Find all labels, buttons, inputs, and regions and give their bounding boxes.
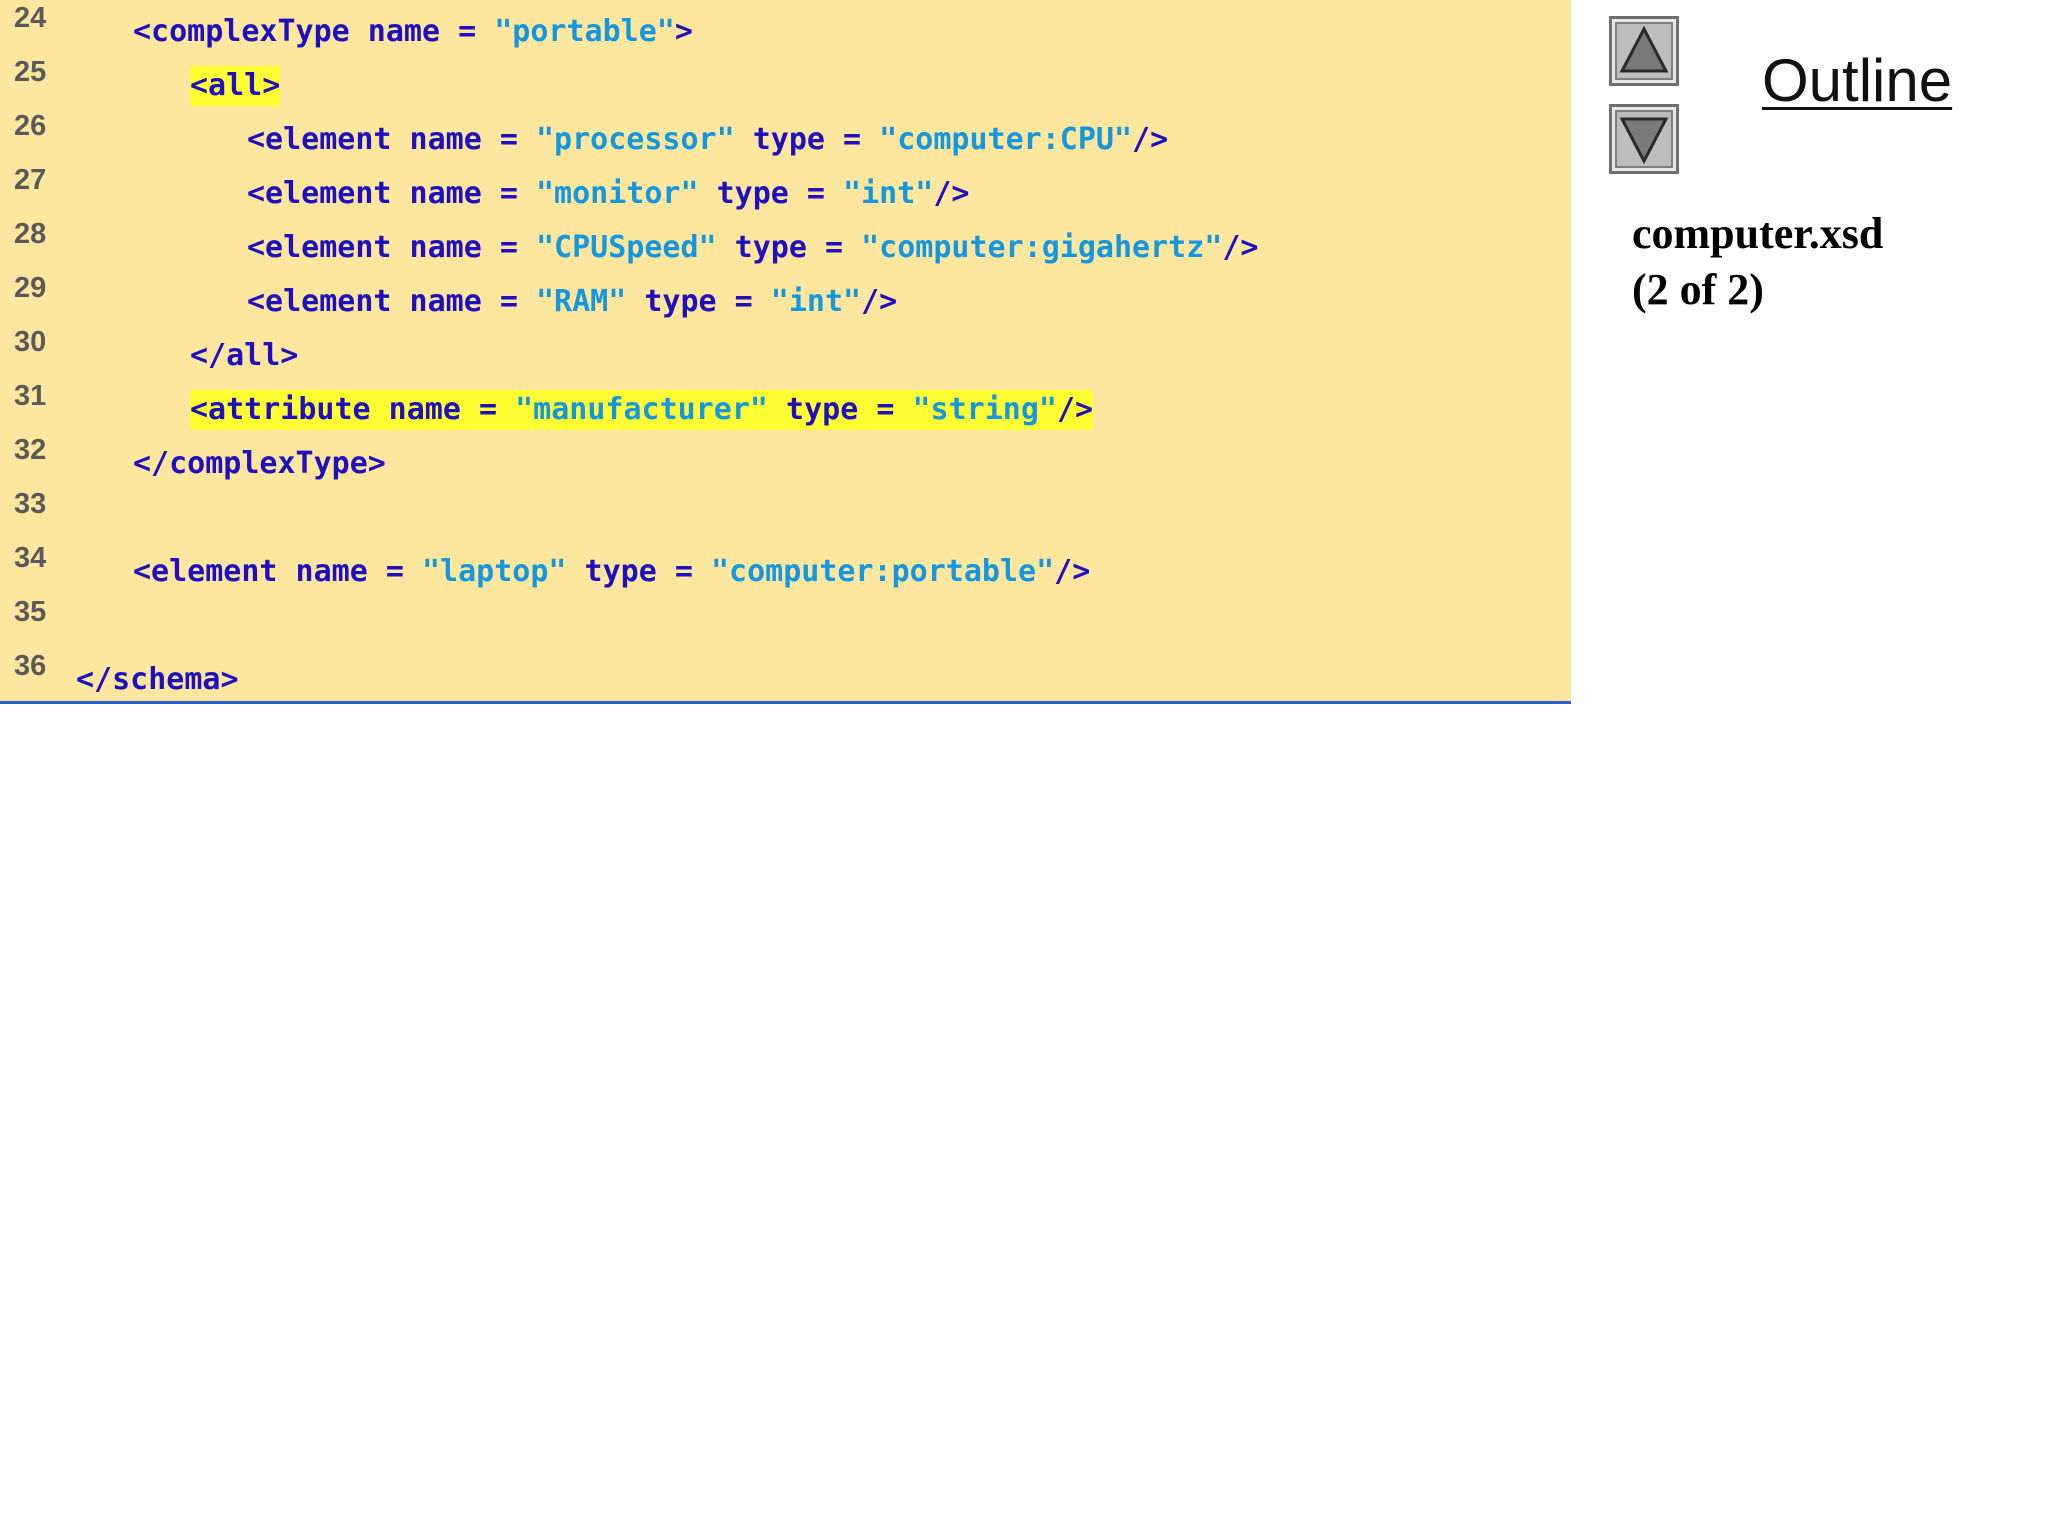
code-string-token: "int" (843, 176, 934, 211)
file-name: computer.xsd (1632, 209, 1884, 258)
highlighted-code-text: <attribute name = "manufacturer" type = … (190, 390, 1094, 430)
code-tag-token: <complexType name = (133, 14, 495, 49)
code-string-token: "laptop" (421, 554, 567, 589)
code-tag-token: /> (1132, 122, 1169, 157)
code-text: <element name = "processor" type = "comp… (247, 120, 1168, 160)
code-tag-token: /> (1056, 392, 1094, 427)
code-text: <element name = "monitor" type = "int"/> (247, 174, 969, 214)
code-string-token: "manufacturer" (515, 392, 768, 427)
code-tag-token: <all> (190, 68, 281, 103)
code-string-token: "computer:portable" (710, 554, 1055, 589)
code-tag-token: <element name = (247, 230, 536, 265)
code-line: 33 (0, 490, 1571, 540)
code-string-token: "CPUSpeed" (535, 230, 717, 265)
file-caption: computer.xsd (2 of 2) (1632, 206, 1883, 318)
line-number: 30 (14, 326, 47, 358)
code-line: 31 <attribute name = "manufacturer" type … (0, 382, 1571, 432)
line-number: 27 (14, 164, 47, 196)
code-string-token: "string" (912, 392, 1057, 427)
code-tag-token: type = (626, 284, 771, 319)
line-number: 33 (14, 488, 47, 520)
code-line: 36 </schema> (0, 652, 1571, 702)
code-tag-token: /> (933, 176, 970, 211)
code-string-token: "portable" (494, 14, 675, 49)
code-line: 24 <complexType name = "portable"> (0, 4, 1571, 54)
line-number: 36 (14, 650, 47, 682)
triangle-down-icon (1619, 117, 1669, 165)
code-tag-token: </complexType> (133, 446, 386, 481)
code-tag-token: type = (716, 230, 862, 265)
code-string-token: "computer:gigahertz" (861, 230, 1223, 265)
code-line: 35 (0, 598, 1571, 648)
line-number: 25 (14, 56, 47, 88)
code-text: </all> (190, 336, 298, 376)
line-number: 32 (14, 434, 47, 466)
page-indicator: (2 of 2) (1632, 265, 1764, 314)
highlighted-code-text: <all> (190, 66, 281, 106)
code-tag-token: type = (734, 122, 880, 157)
code-tag-token: type = (566, 554, 711, 589)
line-number: 28 (14, 218, 47, 250)
code-text: <complexType name = "portable"> (133, 12, 693, 52)
code-text: <element name = "laptop" type = "compute… (133, 552, 1090, 592)
line-number: 24 (14, 2, 47, 34)
previous-slide-button[interactable] (1609, 16, 1679, 86)
code-tag-token: type = (767, 392, 913, 427)
code-string-token: "monitor" (535, 176, 699, 211)
code-tag-token: </all> (190, 338, 299, 373)
slide: 24 <complexType name = "portable"> 25 <all>… (0, 0, 2048, 1536)
code-tag-token: > (674, 14, 693, 49)
code-text: <element name = "CPUSpeed" type = "compu… (247, 228, 1258, 268)
code-text: </schema> (76, 660, 239, 700)
code-tag-token: <element name = (247, 122, 536, 157)
code-listing-panel: 24 <complexType name = "portable"> 25 <all>… (0, 0, 1571, 704)
code-tag-token: <element name = (133, 554, 422, 589)
code-line: 30 </all> (0, 328, 1571, 378)
code-tag-token: <attribute name = (190, 392, 516, 427)
code-tag-token: </schema> (76, 662, 239, 697)
line-number: 34 (14, 542, 47, 574)
line-number: 29 (14, 272, 47, 304)
code-line: 28 <element name = "CPUSpeed" type = "com… (0, 220, 1571, 270)
code-string-token: "processor" (535, 122, 735, 157)
triangle-up-icon (1619, 25, 1669, 73)
line-number: 31 (14, 380, 47, 412)
code-text: </complexType> (133, 444, 386, 484)
next-slide-button[interactable] (1609, 104, 1679, 174)
code-string-token: "computer:CPU" (879, 122, 1133, 157)
line-number: 35 (14, 596, 47, 628)
code-line: 29 <element name = "RAM" type = "int"/> (0, 274, 1571, 324)
code-string-token: "RAM" (535, 284, 627, 319)
code-line: 25 <all> (0, 58, 1571, 108)
line-number: 26 (14, 110, 47, 142)
code-line: 26 <element name = "processor" type = "co… (0, 112, 1571, 162)
code-string-token: "int" (770, 284, 862, 319)
code-line: 34 <element name = "laptop" type = "compu… (0, 544, 1571, 594)
code-tag-token: /> (861, 284, 898, 319)
outline-link[interactable]: Outline (1762, 48, 1952, 114)
code-tag-token: <element name = (247, 176, 536, 211)
code-text: <element name = "RAM" type = "int"/> (247, 282, 897, 322)
code-tag-token: type = (698, 176, 844, 211)
code-tag-token: <element name = (247, 284, 536, 319)
code-tag-token: /> (1054, 554, 1091, 589)
code-line: 27 <element name = "monitor" type = "int"… (0, 166, 1571, 216)
code-line: 32 </complexType> (0, 436, 1571, 486)
code-tag-token: /> (1222, 230, 1259, 265)
